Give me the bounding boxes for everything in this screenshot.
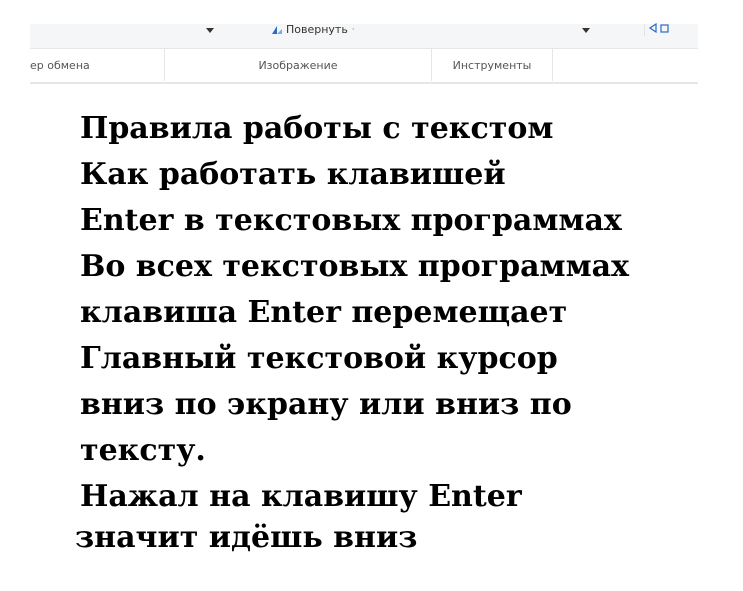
text-line: клавиша Enter перемещает	[80, 295, 568, 330]
text-line: Enter в текстовых программах	[80, 203, 622, 238]
rotate-label: Повернуть	[286, 23, 348, 36]
clipboard-group-label: ер обмена	[30, 58, 90, 72]
tools-group-label: Инструменты	[452, 58, 532, 72]
text-line: Во всех текстовых программах	[80, 249, 629, 284]
text-line: Как работать клавишей	[80, 157, 506, 192]
rotate-caret: ·	[351, 25, 355, 34]
rotate-button[interactable]: Повернуть ·	[272, 24, 354, 36]
text-line: тексту.	[80, 433, 206, 468]
ribbon-cropped-top	[30, 0, 698, 24]
text-line: значит идёшь вниз	[75, 520, 418, 555]
paint-3d-icon[interactable]	[644, 22, 672, 36]
text-line: вниз по экрану или вниз по	[80, 387, 572, 422]
tools-group: Инструменты	[432, 49, 553, 81]
ribbon-toolbar	[30, 0, 698, 49]
canvas-text: Правила работы с текстом Как работать кл…	[70, 106, 710, 556]
chevron-down-icon[interactable]	[582, 28, 590, 33]
text-line: Нажал на клавишу Enter	[80, 479, 522, 514]
clipboard-group: ер обмена	[30, 49, 165, 81]
image-group: Изображение	[165, 49, 432, 81]
paint-ribbon: Повернуть · ер обмена Изображение Инстру…	[30, 0, 698, 84]
rotate-icon	[272, 26, 282, 34]
text-line: Правила работы с текстом	[80, 111, 554, 146]
chevron-down-icon[interactable]	[206, 28, 214, 33]
text-line: Главный текстовой курсор	[80, 341, 558, 376]
image-group-label: Изображение	[258, 58, 338, 72]
